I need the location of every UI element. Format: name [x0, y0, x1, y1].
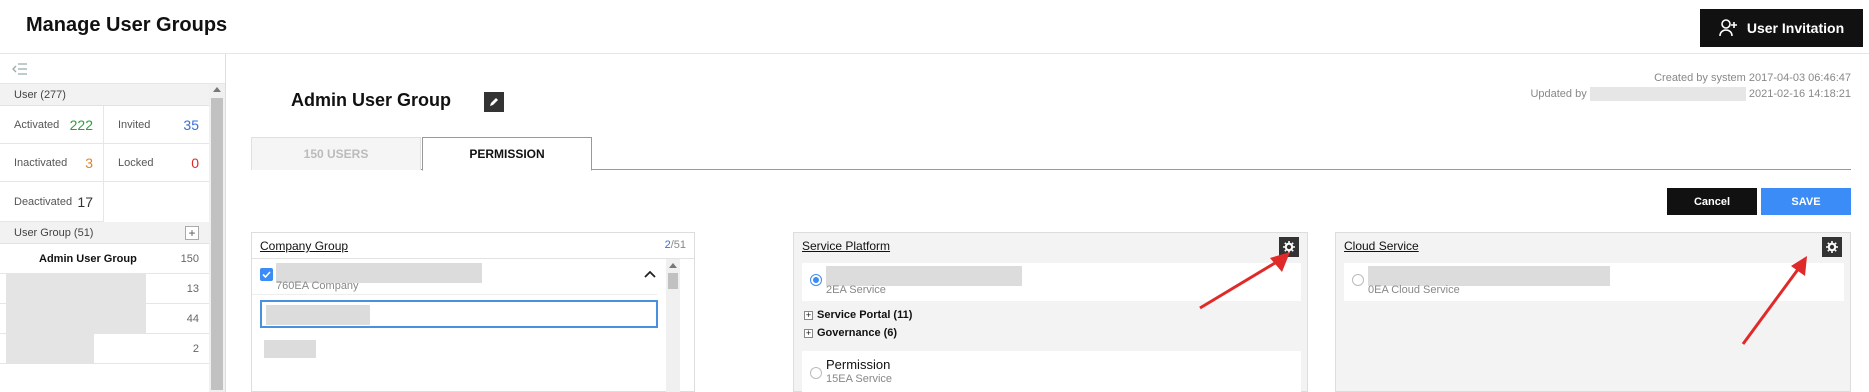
stat-invited[interactable]: Invited 35 [104, 106, 209, 144]
gear-icon [1283, 241, 1295, 253]
stat-value: 3 [85, 155, 93, 171]
tab-users[interactable]: 150 USERS [251, 137, 421, 170]
tab-permission[interactable]: PERMISSION [422, 137, 592, 171]
updated-time: 2021-02-16 14:18:21 [1748, 88, 1851, 100]
tab-bar: 150 USERS PERMISSION [251, 137, 1851, 171]
user-group-section-label: User Group (51) [14, 227, 94, 239]
user-section-label: User (277) [14, 89, 66, 101]
tree-item-governance[interactable]: + Governance (6) [804, 327, 897, 339]
collapse-sidebar-icon[interactable] [12, 63, 28, 75]
sidebar-scroll-area: User (277) Activated 222 Invited 35 Inacti… [0, 84, 209, 392]
stat-value: 222 [69, 117, 93, 133]
cloud-service-panel: Cloud Service 0EA Cloud Service [1335, 232, 1851, 392]
user-group-section-header: User Group (51) + [0, 222, 209, 244]
company-group-title[interactable]: Company Group [260, 239, 348, 253]
permission-name: Permission [826, 357, 891, 372]
permission-count: 15EA Service [826, 373, 893, 385]
group-count: 44 [186, 313, 199, 325]
radio-unselected[interactable] [810, 367, 822, 379]
group-name: Admin User Group [39, 253, 137, 265]
cloud-service-card[interactable]: 0EA Cloud Service [1344, 263, 1844, 301]
stat-label: Locked [118, 157, 154, 169]
stat-value: 35 [183, 117, 199, 133]
group-count: 2 [192, 343, 199, 355]
company-group-row[interactable]: 760EA Company [252, 259, 657, 295]
cancel-button[interactable]: Cancel [1667, 188, 1757, 215]
company-group-panel: Company Group 2/51 760EA Company [251, 232, 695, 392]
group-count: 150 [180, 253, 199, 265]
stat-value: 17 [77, 194, 93, 210]
platform-settings-button[interactable] [1279, 237, 1299, 257]
sidebar-collapse-row [0, 54, 225, 84]
group-title: Admin User Group [291, 90, 452, 110]
user-invitation-button[interactable]: User Invitation [1700, 9, 1863, 47]
cloud-service-count: 0EA Cloud Service [1368, 284, 1460, 296]
radio-unselected[interactable] [1352, 274, 1364, 286]
group-item-admin[interactable]: Admin User Group 150 [0, 244, 209, 274]
tree-label: Service Portal (11) [817, 309, 913, 321]
stat-value: 0 [191, 155, 199, 171]
tree-item-service-portal[interactable]: + Service Portal (11) [804, 309, 912, 321]
main-content: Admin User Group Created by system 2017-… [227, 54, 1869, 392]
pencil-icon [490, 98, 498, 106]
save-button[interactable]: SAVE [1761, 188, 1851, 215]
stat-label: Activated [14, 119, 60, 131]
sidebar-scrollbar[interactable] [209, 84, 225, 392]
user-invitation-label: User Invitation [1746, 20, 1845, 36]
edit-group-button[interactable] [484, 92, 504, 112]
tree-label: Governance (6) [817, 327, 898, 339]
stat-locked[interactable]: Locked 0 [104, 144, 209, 182]
user-section-header: User (277) [0, 84, 209, 106]
updated-prefix: Updated by [1530, 88, 1587, 100]
cloud-settings-button[interactable] [1822, 237, 1842, 257]
stat-label: Invited [118, 119, 151, 131]
group-item[interactable]: 13 [0, 274, 209, 304]
audit-meta: Created by system 2017-04-03 06:46:47 Up… [1530, 70, 1851, 102]
group-item[interactable]: 44 [0, 304, 209, 334]
company-count: 760EA Company [276, 280, 359, 292]
service-platform-panel: Service Platform 2EA Service + Service Po… [793, 232, 1308, 392]
gear-icon [1826, 241, 1838, 253]
expand-icon[interactable]: + [804, 328, 813, 338]
group-count: 13 [186, 283, 199, 295]
stat-inactivated[interactable]: Inactivated 3 [0, 144, 104, 182]
stat-deactivated[interactable]: Deactivated 17 [0, 182, 104, 222]
stat-label: Deactivated [14, 196, 73, 208]
group-item[interactable]: 2 [0, 334, 209, 364]
service-count: 2EA Service [826, 284, 886, 296]
top-header: Manage User Groups User Invitation [0, 0, 1869, 54]
radio-selected[interactable] [810, 274, 822, 286]
company-search-input[interactable] [260, 300, 658, 328]
stat-label: Inactivated [14, 157, 68, 169]
user-stats: Activated 222 Invited 35 Inactivated 3 Lock… [0, 106, 209, 182]
count-total: /51 [670, 239, 686, 251]
page-title: Manage User Groups [26, 14, 228, 36]
updated-info: Updated by 2021-02-16 14:18:21 [1530, 86, 1851, 102]
company-scrollbar[interactable] [666, 259, 680, 392]
cloud-service-title[interactable]: Cloud Service [1344, 239, 1419, 253]
company-group-count: 2/51 [665, 239, 686, 251]
sidebar: User (277) Activated 222 Invited 35 Inacti… [0, 54, 226, 392]
add-group-button[interactable]: + [185, 226, 199, 240]
platform-service-card[interactable]: 2EA Service [802, 263, 1301, 301]
permission-card[interactable]: Permission 15EA Service [802, 351, 1301, 392]
stat-activated[interactable]: Activated 222 [0, 106, 104, 144]
checkbox-checked[interactable] [260, 268, 273, 281]
chevron-up-icon[interactable] [644, 270, 656, 278]
service-platform-title[interactable]: Service Platform [802, 239, 890, 253]
created-info: Created by system 2017-04-03 06:46:47 [1654, 72, 1851, 84]
company-list-item[interactable] [260, 335, 658, 365]
expand-icon[interactable]: + [804, 310, 813, 320]
add-user-icon [1719, 19, 1737, 37]
